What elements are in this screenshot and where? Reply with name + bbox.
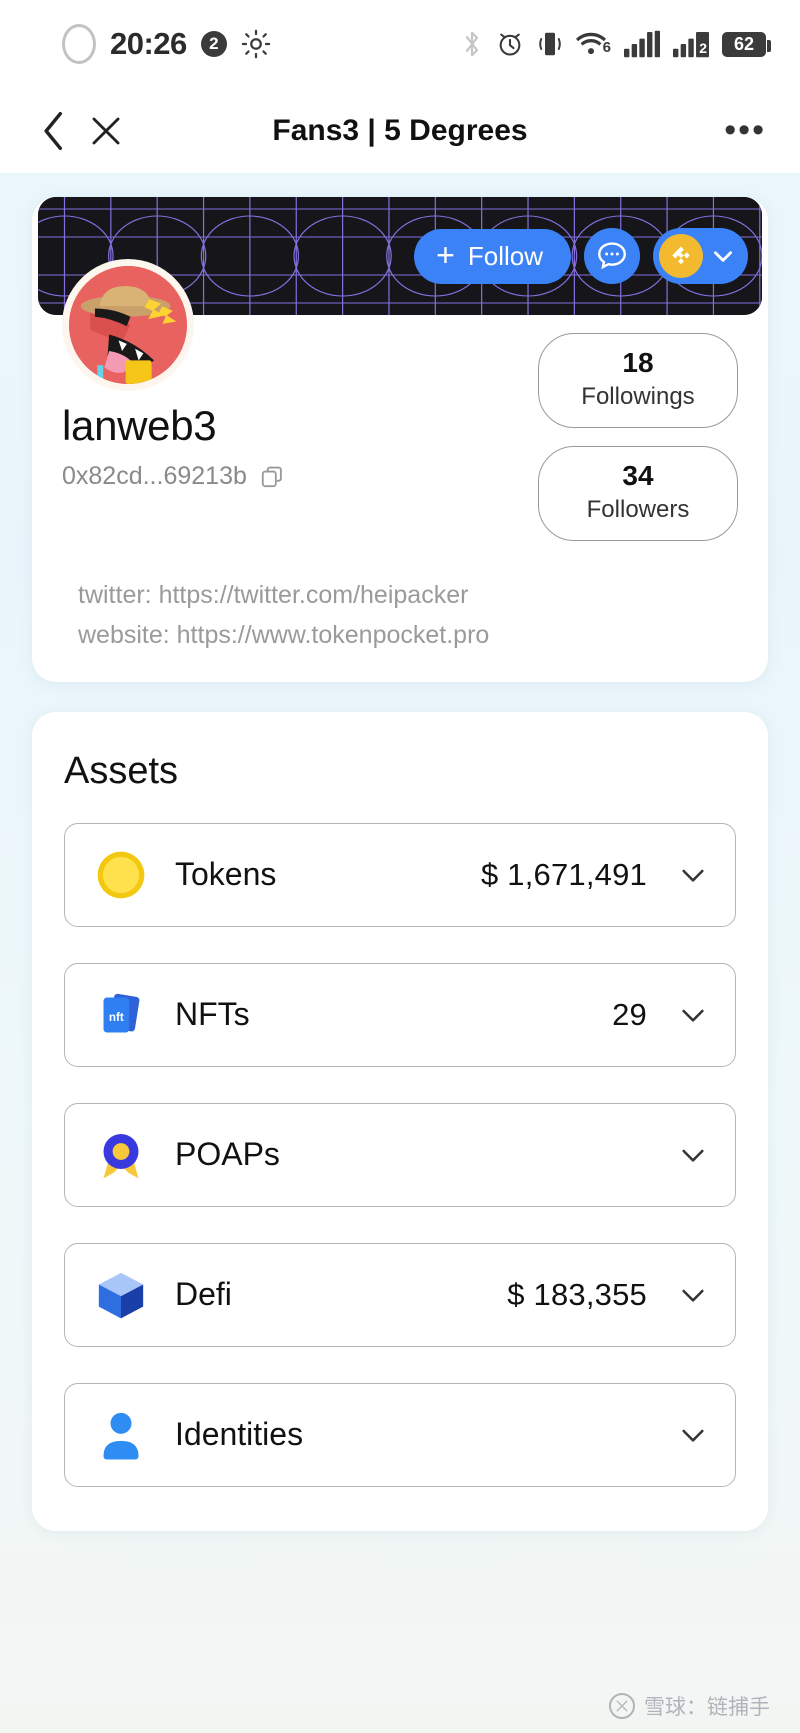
asset-row-defi[interactable]: Defi $ 183,355 — [64, 1242, 736, 1347]
profile-banner: + Follow — [38, 197, 762, 391]
nft-cards-icon: nft — [91, 985, 151, 1045]
chevron-down-icon[interactable] — [677, 999, 709, 1031]
chat-bubble-icon — [598, 242, 626, 270]
profile-address: 0x82cd...69213b — [62, 462, 247, 491]
followers-count: 34 — [622, 459, 654, 491]
status-bar: 20:26 2 6 2 62 — [0, 0, 800, 88]
chain-selector-button[interactable] — [653, 228, 748, 284]
follow-button-label: Follow — [467, 240, 543, 271]
sim-slot-label: 2 — [699, 40, 707, 56]
close-button[interactable] — [80, 105, 132, 157]
follow-button[interactable]: + Follow — [414, 228, 571, 284]
profile-address-row[interactable]: 0x82cd...69213b — [62, 462, 538, 491]
assets-card: Assets Tokens $ 1,671,491 nft NFTs 29 PO… — [32, 711, 768, 1531]
asset-label-nfts: NFTs — [175, 996, 250, 1033]
watermark: 雪球：链捕手 — [609, 1691, 770, 1721]
asset-label-defi: Defi — [175, 1276, 232, 1313]
profile-username: lanweb3 — [62, 402, 217, 449]
svg-text:nft: nft — [109, 1010, 124, 1023]
copy-icon[interactable] — [259, 464, 285, 490]
bluetooth-icon — [461, 29, 483, 59]
phone-screen: 20:26 2 6 2 62 Fans3 | 5 Degrees ••• + F… — [0, 0, 800, 1733]
asset-value-nfts: 29 — [612, 996, 647, 1032]
banner-action-buttons: + Follow — [414, 228, 748, 284]
bnb-chain-icon — [659, 234, 703, 278]
status-time: 20:26 — [110, 26, 187, 61]
alarm-icon — [496, 30, 524, 58]
chevron-down-icon[interactable] — [677, 1419, 709, 1451]
notification-count-badge: 2 — [200, 31, 227, 57]
profile-card: + Follow lanweb3 0x82cd...69213b 18 Foll… — [32, 197, 768, 682]
message-button[interactable] — [584, 228, 640, 284]
wifi-generation-label: 6 — [602, 39, 611, 56]
poap-badge-icon — [91, 1125, 151, 1185]
plus-icon: + — [436, 237, 455, 274]
person-icon — [91, 1405, 151, 1465]
status-bar-left: 20:26 2 — [62, 24, 271, 64]
camera-ring-icon — [62, 24, 96, 64]
asset-value-tokens: $ 1,671,491 — [481, 856, 647, 892]
avatar-image — [69, 266, 187, 384]
asset-value-defi: $ 183,355 — [507, 1276, 647, 1312]
asset-label-tokens: Tokens — [175, 856, 277, 893]
followings-stat[interactable]: 18 Followings — [538, 333, 738, 428]
asset-label-identities: Identities — [175, 1416, 304, 1453]
asset-row-tokens[interactable]: Tokens $ 1,671,491 — [64, 822, 736, 927]
followers-label: Followers — [586, 495, 690, 523]
watermark-text: 雪球：链捕手 — [644, 1695, 770, 1719]
followings-label: Followings — [581, 382, 695, 410]
followings-count: 18 — [622, 347, 654, 378]
page-content: + Follow lanweb3 0x82cd...69213b 18 Foll… — [0, 173, 800, 1733]
asset-row-identities[interactable]: Identities — [64, 1382, 736, 1487]
signal-2-icon: 2 — [673, 30, 709, 58]
signal-icon — [624, 30, 660, 58]
xueqiu-logo-icon — [609, 1693, 635, 1719]
asset-row-nfts[interactable]: nft NFTs 29 — [64, 962, 736, 1067]
chevron-down-icon — [714, 251, 732, 262]
asset-row-poaps[interactable]: POAPs — [64, 1102, 736, 1207]
status-bar-right: 6 2 62 — [461, 29, 771, 59]
coin-icon — [91, 845, 151, 905]
battery-icon: 62 — [722, 31, 771, 57]
chevron-down-icon[interactable] — [677, 1139, 709, 1171]
profile-links: twitter: https://twitter.com/heipacker w… — [62, 575, 738, 656]
nav-bar: Fans3 | 5 Degrees ••• — [0, 88, 800, 173]
brightness-icon — [241, 29, 271, 59]
followers-stat[interactable]: 34 Followers — [538, 445, 738, 541]
profile-stats: 18 Followings 34 Followers — [538, 315, 738, 541]
chevron-down-icon[interactable] — [677, 1279, 709, 1311]
twitter-link[interactable]: twitter: https://twitter.com/heipacker — [78, 575, 738, 616]
avatar[interactable] — [62, 259, 194, 391]
wifi-icon: 6 — [575, 31, 611, 57]
more-options-button[interactable]: ••• — [724, 113, 766, 147]
back-button[interactable] — [28, 105, 80, 157]
cube-icon — [91, 1265, 151, 1325]
website-link[interactable]: website: https://www.tokenpocket.pro — [78, 615, 738, 656]
asset-label-poaps: POAPs — [175, 1136, 280, 1173]
vibrate-icon — [537, 29, 563, 59]
chevron-down-icon[interactable] — [677, 859, 709, 891]
assets-heading: Assets — [64, 749, 179, 792]
